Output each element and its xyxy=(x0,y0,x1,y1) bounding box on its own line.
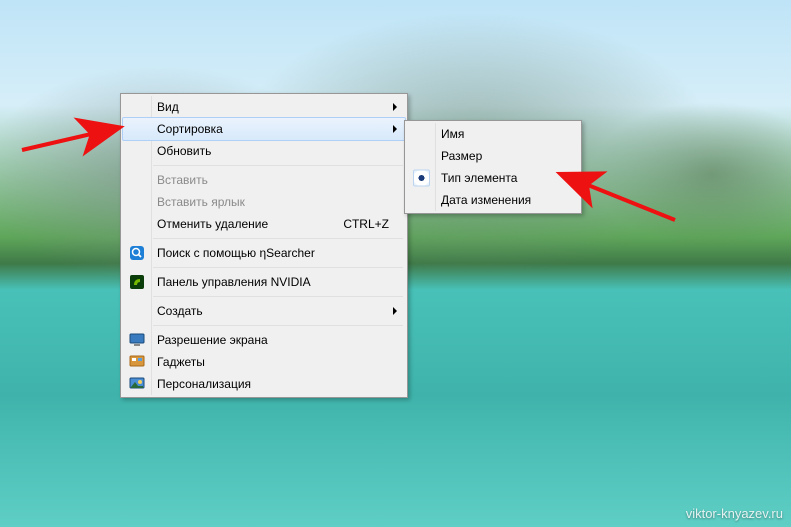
menu-item-paste-shortcut: Вставить ярлык xyxy=(123,191,405,213)
menu-item-screen-resolution[interactable]: Разрешение экрана xyxy=(123,329,405,351)
menu-item-gadgets[interactable]: Гаджеты xyxy=(123,351,405,373)
menu-label: Поиск с помощью ηSearcher xyxy=(157,246,315,260)
menu-separator xyxy=(153,325,403,326)
menu-label: Отменить удаление xyxy=(157,217,268,231)
menu-label: Дата изменения xyxy=(441,193,531,207)
watermark: viktor-knyazev.ru xyxy=(686,506,783,521)
search-icon xyxy=(129,245,145,261)
submenu-item-item-type[interactable]: Тип элемента xyxy=(407,167,579,189)
menu-label: Вставить xyxy=(157,173,208,187)
menu-label: Панель управления NVIDIA xyxy=(157,275,311,289)
menu-item-sort[interactable]: Сортировка xyxy=(122,117,406,141)
submenu-item-name[interactable]: Имя xyxy=(407,123,579,145)
menu-item-undo-delete[interactable]: Отменить удаление CTRL+Z xyxy=(123,213,405,235)
submenu-arrow-icon xyxy=(393,307,397,315)
menu-label: Размер xyxy=(441,149,482,163)
submenu-item-date-modified[interactable]: Дата изменения xyxy=(407,189,579,211)
menu-label: Вставить ярлык xyxy=(157,195,245,209)
menu-label: Гаджеты xyxy=(157,355,205,369)
menu-label: Вид xyxy=(157,100,179,114)
menu-item-create[interactable]: Создать xyxy=(123,300,405,322)
menu-item-refresh[interactable]: Обновить xyxy=(123,140,405,162)
menu-item-view[interactable]: Вид xyxy=(123,96,405,118)
menu-label: Разрешение экрана xyxy=(157,333,268,347)
menu-label: Имя xyxy=(441,127,464,141)
menu-item-paste: Вставить xyxy=(123,169,405,191)
menu-separator xyxy=(153,296,403,297)
desktop-context-menu: Вид Сортировка Обновить Вставить Вставит… xyxy=(120,93,408,398)
menu-separator xyxy=(153,238,403,239)
nvidia-icon xyxy=(129,274,145,290)
menu-label: Персонализация xyxy=(157,377,251,391)
gadgets-icon xyxy=(129,354,145,370)
menu-separator xyxy=(153,267,403,268)
menu-item-search[interactable]: Поиск с помощью ηSearcher xyxy=(123,242,405,264)
menu-label: Тип элемента xyxy=(441,171,517,185)
submenu-arrow-icon xyxy=(393,103,397,111)
menu-separator xyxy=(153,165,403,166)
menu-item-personalize[interactable]: Персонализация xyxy=(123,373,405,395)
menu-label: Создать xyxy=(157,304,203,318)
submenu-item-size[interactable]: Размер xyxy=(407,145,579,167)
submenu-arrow-icon xyxy=(393,125,397,133)
menu-label: Обновить xyxy=(157,144,211,158)
menu-item-nvidia[interactable]: Панель управления NVIDIA xyxy=(123,271,405,293)
menu-label: Сортировка xyxy=(157,122,223,136)
radio-selected-icon xyxy=(413,170,430,187)
sort-submenu: Имя Размер Тип элемента Дата изменения xyxy=(404,120,582,214)
menu-shortcut: CTRL+Z xyxy=(343,217,389,231)
personalize-icon xyxy=(129,376,145,392)
monitor-icon xyxy=(129,332,145,348)
